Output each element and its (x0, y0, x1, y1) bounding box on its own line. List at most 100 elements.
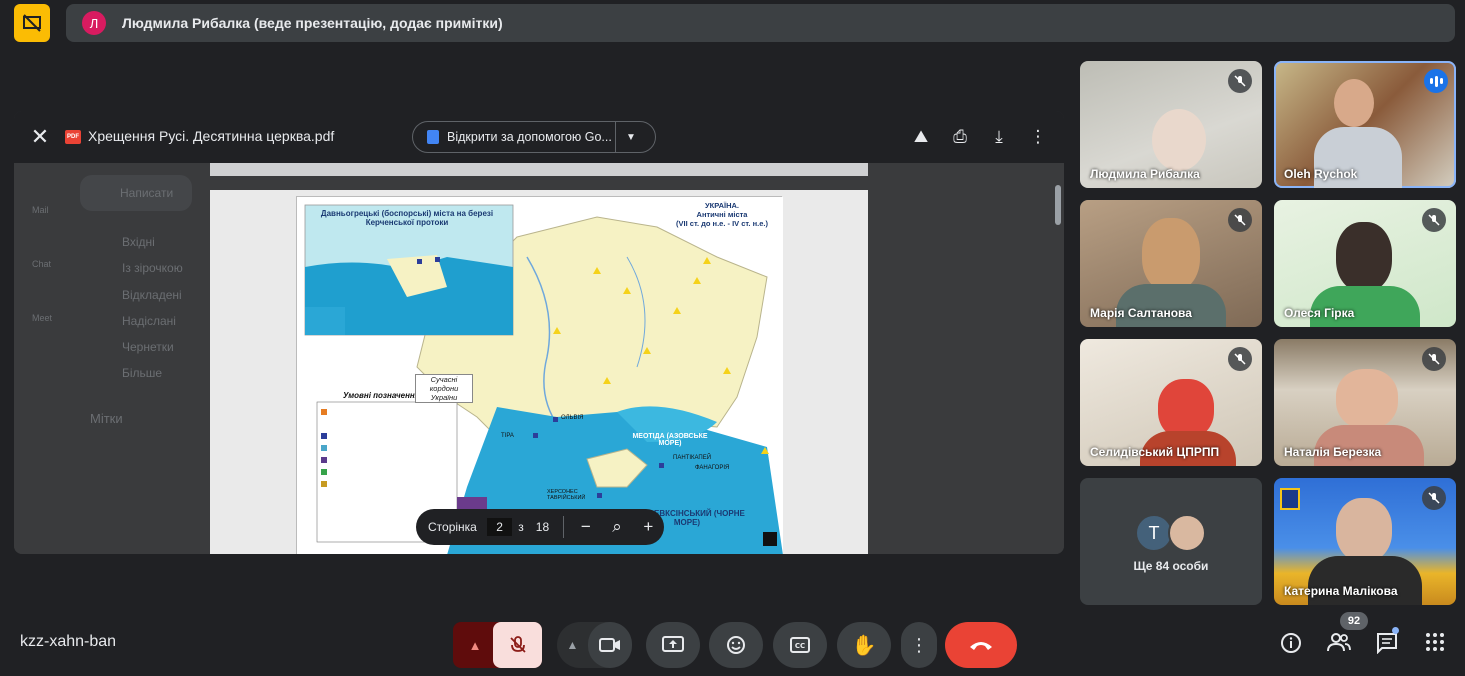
page-number-input[interactable]: 2 (486, 518, 513, 536)
presenter-avatar: Л (82, 11, 106, 35)
more-vert-icon: ⋮ (910, 634, 928, 655)
chat-icon (1377, 633, 1397, 655)
map-city-tira: ТІРА (501, 433, 514, 439)
participant-video (1336, 369, 1398, 429)
participant-name: Олеся Гірка (1284, 306, 1355, 320)
total-pages: 18 (535, 520, 550, 534)
mic-toggle-button[interactable] (493, 622, 542, 668)
zoom-in-button[interactable]: + (633, 517, 664, 537)
more-options-button[interactable]: ⋮ (901, 622, 937, 668)
print-icon[interactable]: ⎙ (948, 125, 972, 149)
zoom-icon: ⌕ (612, 517, 622, 536)
camera-control-group: ▲ (557, 622, 632, 668)
more-vert-icon[interactable]: ⋮ (1026, 125, 1050, 149)
ghost-more: Більше (122, 366, 163, 380)
participant-video (1336, 222, 1392, 292)
ghost-sent: Надіслані (122, 314, 176, 328)
mic-off-icon (1228, 208, 1252, 232)
mic-control-group: ▲ (453, 622, 542, 668)
map-city-pantikapei: ПАНТІКАПЕЙ (673, 455, 712, 461)
people-icon (1327, 633, 1351, 652)
map-azov-sea-label: МЕОТІДА (АЗОВСЬКЕ МОРЕ) (632, 433, 708, 447)
page-of-label: з (518, 520, 524, 534)
svg-text:CC: CC (795, 642, 805, 650)
participant-name: Наталія Березка (1284, 445, 1382, 459)
activities-button[interactable] (1422, 632, 1448, 658)
present-screen-icon (662, 636, 684, 652)
more-participants-label: Ще 84 особи (1133, 559, 1209, 573)
participant-name: Людмила Рибалка (1090, 167, 1200, 181)
participant-tile-active[interactable]: Oleh Rychok (1274, 61, 1456, 188)
chat-button[interactable] (1374, 632, 1400, 658)
mic-off-icon (1422, 347, 1446, 371)
plus-icon: + (643, 517, 654, 536)
participant-tile[interactable]: Людмила Рибалка (1080, 61, 1262, 188)
ghost-mail: Mail (32, 205, 49, 215)
more-participants-tile[interactable]: T Ще 84 особи (1080, 478, 1262, 605)
hand-icon: ✋ (851, 634, 877, 657)
scrollbar-thumb[interactable] (1055, 185, 1061, 225)
map-inset-title: Давньогрецькі (боспорські) міста на бере… (320, 209, 494, 227)
ghost-compose-label: Написати (120, 186, 174, 200)
ghost-drafts: Чернетки (122, 340, 174, 354)
participant-tile[interactable]: Олеся Гірка (1274, 200, 1456, 327)
camera-toggle-button[interactable] (587, 622, 632, 668)
close-icon: ✕ (30, 124, 50, 149)
participant-video (1152, 109, 1206, 171)
reactions-button[interactable] (709, 622, 763, 668)
participant-video (1158, 379, 1214, 439)
chevron-up-icon: ▲ (468, 637, 482, 653)
participant-avatar-photo (1168, 514, 1206, 552)
zoom-fit-button[interactable]: ⌕ (601, 517, 632, 537)
ghost-labels: Мітки (90, 411, 123, 426)
present-off-icon (23, 14, 41, 32)
raise-hand-button[interactable]: ✋ (837, 622, 891, 668)
map-legend-title: Умовні позначення (343, 391, 420, 400)
presentation-indicator-button[interactable] (14, 4, 50, 42)
people-button[interactable] (1326, 632, 1352, 658)
video-options-button[interactable]: ▲ (558, 638, 588, 652)
download-icon[interactable]: ⤓ (987, 125, 1011, 149)
participant-name: Катерина Малікова (1284, 584, 1398, 598)
participant-name: Селидівський ЦПРПП (1090, 445, 1220, 459)
captions-button[interactable]: CC (773, 622, 827, 668)
map-city-fanagoria: ФАНАГОРІЯ (695, 465, 730, 471)
apps-grid-icon (1426, 633, 1444, 651)
participant-video (1334, 79, 1374, 127)
present-screen-button[interactable] (646, 622, 700, 668)
ghost-compose-button: Написати (80, 175, 192, 211)
add-to-drive-icon[interactable]: ⛰ (909, 125, 933, 149)
pdf-viewer: Написати Вхідні Із зірочкою Відкладені Н… (14, 111, 1064, 554)
participant-tile[interactable]: Селидівський ЦПРПП (1080, 339, 1262, 466)
participant-video (1142, 218, 1200, 292)
mic-off-icon (509, 636, 526, 653)
page-controls: Сторінка 2 з 18 − ⌕ + (416, 509, 664, 545)
map-borders-label: Сучасні кордони України (415, 374, 473, 403)
participant-name: Марія Салтанова (1090, 306, 1192, 320)
participant-tile[interactable]: Марія Салтанова (1080, 200, 1262, 327)
presenter-label: Людмила Рибалка (веде презентацію, додає… (122, 15, 503, 31)
chevron-down-icon[interactable]: ▼ (616, 132, 646, 143)
file-name: Хрещення Русі. Десятинна церква.pdf (88, 128, 335, 144)
camera-icon (598, 638, 620, 652)
mic-off-icon (1422, 486, 1446, 510)
open-with-label: Відкрити за допомогою Go... (447, 130, 612, 144)
meeting-details-button[interactable] (1278, 632, 1304, 658)
leave-call-button[interactable] (945, 622, 1017, 668)
participant-count-badge: 92 (1340, 612, 1368, 630)
map-city-chersones: ХЕРСОНЕС ТАВРІЙСЬКИЙ (547, 489, 586, 501)
ghost-chat: Chat (32, 259, 52, 269)
ghost-snoozed: Відкладені (122, 288, 182, 302)
zoom-out-button[interactable]: − (570, 517, 601, 537)
previous-page-strip (210, 163, 868, 176)
emoji-icon (727, 636, 745, 654)
close-button[interactable]: ✕ (28, 125, 52, 149)
hang-up-icon (970, 642, 992, 650)
info-icon (1281, 633, 1301, 653)
audio-options-button[interactable]: ▲ (453, 622, 497, 668)
ghost-starred: Із зірочкою (122, 261, 183, 275)
participant-tile[interactable]: Катерина Малікова (1274, 478, 1456, 605)
open-with-button[interactable]: Відкрити за допомогою Go... ▼ (412, 121, 656, 153)
participant-tile[interactable]: Наталія Березка (1274, 339, 1456, 466)
map-graphic (297, 197, 783, 554)
